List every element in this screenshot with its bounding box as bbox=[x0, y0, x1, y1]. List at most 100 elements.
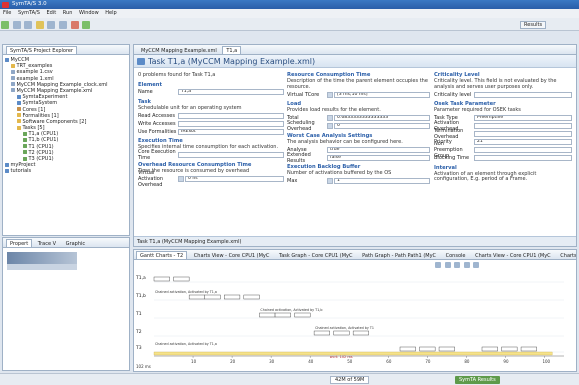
editor-bottom-tab[interactable]: Task T1,a (MyCCM Mapping Example.xml) bbox=[137, 239, 241, 245]
task-heading[interactable]: Task bbox=[138, 99, 284, 105]
results-perspective-button[interactable]: Results bbox=[520, 21, 547, 29]
run-icon[interactable] bbox=[82, 20, 91, 29]
gantt-bar[interactable] bbox=[153, 276, 170, 282]
tab-console[interactable]: Console bbox=[443, 252, 469, 259]
editor-header: Task T1,a (MyCCM Mapping Example.xml) bbox=[134, 55, 576, 68]
read-accesses-field[interactable] bbox=[178, 112, 284, 119]
analyze-icon[interactable] bbox=[35, 20, 44, 29]
max-field[interactable]: 1 bbox=[334, 178, 430, 185]
redo-icon[interactable] bbox=[58, 20, 67, 29]
status-bar: 42M of 59M SymTA Results bbox=[0, 373, 579, 385]
blocking-time-field[interactable] bbox=[474, 155, 572, 162]
gantt-bar[interactable] bbox=[294, 312, 311, 318]
gantt-bar[interactable] bbox=[224, 294, 241, 300]
tab-gantt-charts[interactable]: Gantt Charts - T2 bbox=[136, 251, 188, 259]
editor-tab-mapping-xml[interactable]: MyCCM Mapping Example.xml bbox=[137, 46, 221, 54]
edit-icon[interactable] bbox=[327, 178, 333, 185]
non-preemption-field[interactable] bbox=[474, 147, 572, 154]
menu-file[interactable]: File bbox=[3, 10, 11, 16]
tab-charts-view-core[interactable]: Charts View - Core CPU1 (MyC bbox=[191, 252, 273, 259]
tab-properties[interactable]: Propert bbox=[6, 239, 33, 247]
gantt-bar[interactable] bbox=[173, 276, 190, 282]
core-exec-field[interactable] bbox=[178, 152, 284, 159]
tab-graphic[interactable]: Graphic bbox=[62, 239, 89, 247]
x-tick-label: 40 bbox=[308, 359, 314, 364]
gantt-bar[interactable] bbox=[501, 346, 518, 352]
wca-heading[interactable]: Worst Case Analysis Settings bbox=[287, 133, 430, 139]
x-tick-label: 80 bbox=[464, 359, 470, 364]
zoom-out-icon[interactable] bbox=[444, 262, 451, 268]
export-icon[interactable] bbox=[463, 262, 470, 268]
priority-field[interactable]: 21 bbox=[474, 139, 572, 146]
new-icon[interactable] bbox=[1, 20, 9, 29]
total-load-field[interactable]: 0.6833333333333333 bbox=[334, 115, 430, 122]
backlog-desc: Number of activations buffered by the OS bbox=[287, 170, 392, 177]
tree-item[interactable]: tutorials bbox=[5, 168, 127, 174]
gantt-bar[interactable] bbox=[419, 346, 436, 352]
criticality-level-field[interactable] bbox=[474, 91, 572, 98]
menu-window[interactable]: Window bbox=[79, 10, 99, 16]
overhead-heading[interactable]: Overhead Resource Consumption Time bbox=[138, 162, 284, 168]
menu-symtas[interactable]: SymTA/S bbox=[18, 10, 40, 16]
tab-path-graph[interactable]: Path Graph - Path Path1 (MyC bbox=[359, 252, 439, 259]
gantt-bar[interactable] bbox=[481, 346, 498, 352]
zoom-in-icon[interactable] bbox=[435, 262, 441, 268]
gantt-tab-bar: Gantt Charts - T2 Charts View - Core CPU… bbox=[134, 250, 576, 260]
folder-icon bbox=[17, 119, 21, 124]
results-status-button[interactable]: SymTA Results bbox=[455, 376, 500, 384]
interval-heading[interactable]: Interval bbox=[434, 165, 572, 171]
tab-charts-view-task[interactable]: Charts View - Task T2 (MyCCM bbox=[557, 252, 576, 259]
editor-tab-task[interactable]: T1,a bbox=[222, 46, 242, 54]
task-type-select[interactable]: Preemptive bbox=[474, 115, 572, 122]
gantt-bar[interactable] bbox=[313, 330, 330, 336]
name-field[interactable]: T1,a bbox=[178, 89, 284, 96]
extended-results-field[interactable]: false bbox=[327, 154, 430, 161]
save-icon[interactable] bbox=[12, 20, 21, 29]
gantt-bar[interactable] bbox=[204, 294, 221, 300]
tab-charts-view-core-2[interactable]: Charts View - Core CPU1 (MyC bbox=[472, 252, 554, 259]
project-explorer-panel: SymTA/S Project Explorer MyCCM TRT_exampl… bbox=[2, 44, 130, 236]
gantt-bar[interactable] bbox=[520, 346, 537, 352]
fit-icon[interactable] bbox=[454, 262, 461, 268]
settings-icon[interactable] bbox=[473, 262, 480, 268]
gantt-bar[interactable] bbox=[274, 312, 291, 318]
gantt-bar[interactable] bbox=[259, 312, 276, 318]
analyse-field[interactable]: true bbox=[327, 146, 430, 153]
menu-help[interactable]: Help bbox=[105, 10, 116, 16]
print-icon[interactable] bbox=[24, 20, 33, 29]
gantt-bar[interactable] bbox=[352, 330, 369, 336]
element-heading[interactable]: Element bbox=[138, 82, 284, 88]
edit-icon[interactable] bbox=[327, 123, 333, 130]
write-accesses-field[interactable] bbox=[178, 120, 284, 127]
use-formalities-field[interactable]: IRExot bbox=[178, 128, 284, 135]
edit-icon[interactable] bbox=[178, 175, 184, 182]
undo-icon[interactable] bbox=[47, 20, 56, 29]
gantt-bar[interactable] bbox=[333, 330, 350, 336]
edit-icon[interactable] bbox=[327, 91, 333, 98]
gantt-bar[interactable] bbox=[188, 294, 205, 300]
termination-overhead-field[interactable] bbox=[474, 131, 572, 138]
window-title-bar: SymTA/S 3.0 bbox=[0, 0, 579, 9]
wcrt-band bbox=[153, 351, 553, 356]
gantt-bar[interactable] bbox=[438, 346, 455, 352]
memory-indicator[interactable]: 42M of 59M bbox=[330, 376, 370, 384]
folder-icon bbox=[17, 113, 21, 118]
stop-icon[interactable] bbox=[70, 20, 79, 29]
use-formalities-label: Use Formalities bbox=[138, 128, 177, 135]
project-tree: MyCCM TRT_examples example 1.csv example 1.… bbox=[3, 55, 129, 177]
tab-trace-view[interactable]: Trace V bbox=[34, 239, 60, 247]
gantt-bar[interactable] bbox=[243, 294, 260, 300]
virtual-activation-overhead-field[interactable]: 0 ns bbox=[185, 175, 284, 182]
app-icon bbox=[2, 1, 9, 8]
explorer-tab[interactable]: SymTA/S Project Explorer bbox=[6, 46, 78, 54]
tab-task-graph[interactable]: Task Graph - Core CPU1 (MyC bbox=[276, 252, 356, 259]
activation-overhead-field[interactable] bbox=[474, 123, 572, 130]
gantt-bar[interactable] bbox=[399, 346, 416, 352]
edit-icon[interactable] bbox=[327, 115, 333, 122]
name-label: Name bbox=[138, 89, 153, 96]
menu-run[interactable]: Run bbox=[63, 10, 73, 16]
virtual-tcore-field[interactable]: [3 ms;10 ms] bbox=[334, 91, 430, 98]
sched-overhead-field[interactable]: 0 bbox=[334, 123, 430, 130]
menu-edit[interactable]: Edit bbox=[47, 10, 57, 16]
editor-bottom-tab-bar: Task T1,a (MyCCM Mapping Example.xml) bbox=[134, 236, 576, 246]
